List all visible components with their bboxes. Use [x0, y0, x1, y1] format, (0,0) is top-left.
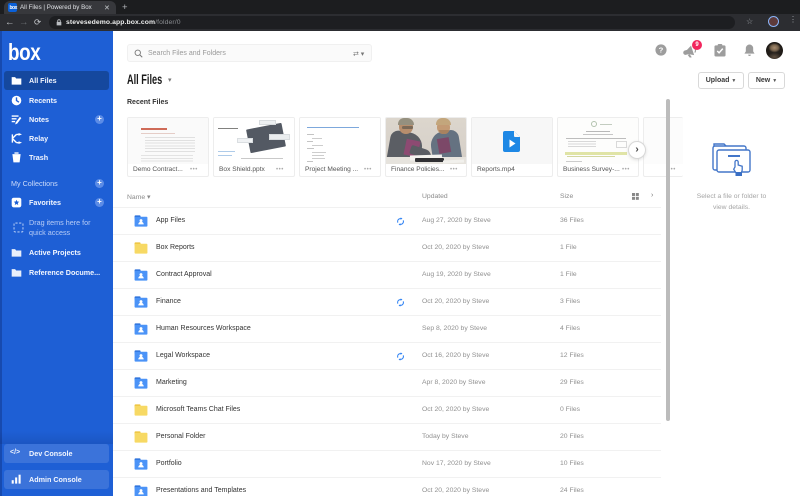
svg-text:?: ? — [659, 46, 664, 55]
